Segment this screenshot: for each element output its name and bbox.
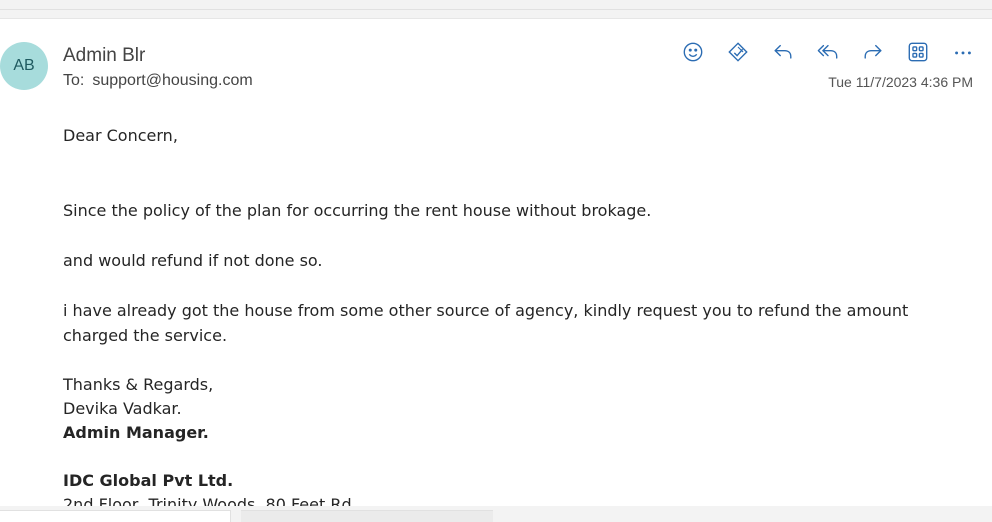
bottom-tab[interactable]: [0, 510, 231, 522]
reply-all-icon: [817, 44, 838, 59]
sensitivity-icon: [728, 42, 748, 62]
reply-all-button[interactable]: [815, 41, 841, 63]
signer-name: Devika Vadkar.: [63, 399, 182, 418]
avatar[interactable]: AB: [0, 42, 48, 90]
emoji-button[interactable]: [680, 41, 706, 63]
message-toolbar: [680, 41, 976, 63]
forward-icon: [864, 44, 882, 59]
forward-button[interactable]: [860, 41, 886, 63]
more-options-icon: [955, 51, 971, 55]
recipient-line: To: support@housing.com: [63, 72, 253, 90]
message-card: AB Admin Blr To: support@housing.com Tue …: [0, 18, 992, 507]
sensitivity-button[interactable]: [725, 41, 751, 63]
body-paragraph: i have already got the house from some o…: [63, 301, 909, 320]
signoff: Thanks & Regards,: [63, 375, 214, 394]
sender-name[interactable]: Admin Blr: [63, 45, 145, 67]
apps-button[interactable]: [905, 41, 931, 63]
greeting: Dear Concern,: [63, 126, 178, 145]
signer-title: Admin Manager.: [63, 423, 209, 442]
body-paragraph: Since the policy of the plan for occurri…: [63, 201, 652, 220]
apps-icon: [908, 42, 928, 62]
emoji-icon: [683, 42, 703, 62]
top-strip: [0, 0, 992, 10]
more-options-button[interactable]: [950, 41, 976, 63]
reply-button[interactable]: [770, 41, 796, 63]
bottom-tab[interactable]: [241, 510, 493, 522]
company-address: 2nd Floor, Trinity Woods, 80 Feet Rd: [63, 495, 352, 507]
message-date: Tue 11/7/2023 4:36 PM: [828, 74, 973, 90]
to-label: To:: [63, 72, 85, 89]
reply-icon: [774, 44, 792, 59]
message-body: Dear Concern, Since the policy of the pl…: [63, 123, 963, 507]
body-paragraph-continued: charged the service.: [63, 326, 228, 345]
company-name: IDC Global Pvt Ltd.: [63, 471, 234, 490]
recipient-address[interactable]: support@housing.com: [92, 72, 252, 89]
body-paragraph: and would refund if not done so.: [63, 251, 323, 270]
